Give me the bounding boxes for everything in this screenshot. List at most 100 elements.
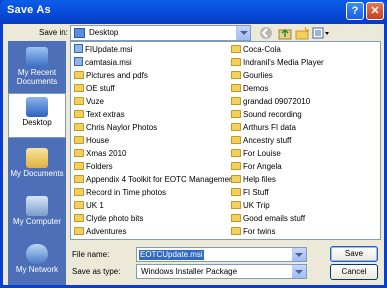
place-desktop[interactable]: Desktop (8, 93, 66, 138)
folder-icon (231, 149, 241, 157)
folder-item[interactable]: Indranil's Media Player (231, 57, 324, 68)
item-label: OE stuff (86, 84, 115, 93)
new-folder-icon[interactable] (295, 26, 309, 40)
folder-icon (74, 175, 84, 183)
folder-item[interactable]: For Angela (231, 161, 282, 172)
folder-item[interactable]: Demos (231, 83, 268, 94)
close-button[interactable]: ✕ (366, 2, 384, 20)
chevron-down-icon[interactable] (292, 248, 306, 261)
save-as-type-value: Windows Installer Package (141, 267, 238, 276)
installer-file-icon (74, 57, 83, 66)
folder-icon (231, 227, 241, 235)
item-label: Arthurs FI data (243, 123, 296, 132)
folder-item[interactable]: Pictures and pdfs (74, 70, 148, 81)
my-documents-icon (26, 148, 48, 168)
folder-item[interactable]: Gourlies (231, 70, 273, 81)
folder-icon (231, 201, 241, 209)
folder-icon (231, 97, 241, 105)
folder-icon (74, 136, 84, 144)
folder-item[interactable]: Text extras (74, 109, 125, 120)
dialog-body: Save in: Desktop My Recent Documents Des… (3, 24, 384, 285)
views-menu-icon[interactable] (312, 26, 330, 40)
up-folder-icon[interactable] (278, 26, 292, 40)
folder-icon (231, 110, 241, 118)
cancel-button[interactable]: Cancel (330, 264, 378, 280)
folder-item[interactable]: UK 1 (74, 200, 104, 211)
folder-item[interactable]: House (74, 135, 109, 146)
save-in-label: Save in: (39, 28, 68, 37)
save-in-value: Desktop (89, 28, 119, 37)
folder-item[interactable]: UK Trip (231, 200, 270, 211)
folder-item[interactable]: Coca-Cola (231, 44, 281, 55)
save-in-combo[interactable]: Desktop (70, 25, 251, 41)
folder-item[interactable]: Clyde photo bits (74, 213, 143, 224)
item-label: Good emails stuff (243, 214, 306, 223)
folder-icon (74, 149, 84, 157)
place-label: Desktop (22, 118, 52, 127)
item-label: Sound recording (243, 110, 302, 119)
back-icon[interactable] (259, 26, 273, 40)
item-label: Text extras (86, 110, 125, 119)
file-list[interactable]: FIUpdate.msi camtasia.msi Pictures and pdf… (70, 41, 381, 240)
my-network-icon (26, 244, 48, 264)
window-title: Save As (7, 4, 51, 16)
folder-icon (74, 162, 84, 170)
folder-icon (231, 123, 241, 131)
folder-item[interactable]: Arthurs FI data (231, 122, 296, 133)
folder-icon (74, 214, 84, 222)
place-my-computer[interactable]: My Computer (8, 193, 66, 233)
recent-documents-icon (26, 47, 48, 67)
place-my-recent-documents[interactable]: My Recent Documents (8, 44, 66, 88)
item-label: Chris Naylor Photos (86, 123, 158, 132)
folder-icon (231, 162, 241, 170)
folder-icon (231, 188, 241, 196)
help-button[interactable]: ? (346, 2, 364, 20)
file-item[interactable]: FIUpdate.msi (74, 44, 133, 55)
item-label: camtasia.msi (85, 58, 132, 67)
item-label: Pictures and pdfs (86, 71, 148, 80)
folder-item[interactable]: Sound recording (231, 109, 302, 120)
folder-item[interactable]: For Louise (231, 148, 281, 159)
item-label: For Angela (243, 162, 282, 171)
place-my-documents[interactable]: My Documents (8, 145, 66, 185)
save-button[interactable]: Save (330, 246, 378, 262)
folder-item[interactable]: Folders (74, 161, 113, 172)
title-bar[interactable]: Save As ? ✕ (0, 0, 387, 24)
folder-icon (231, 214, 241, 222)
folder-item[interactable]: Chris Naylor Photos (74, 122, 157, 133)
folder-item[interactable]: Good emails stuff (231, 213, 305, 224)
file-item[interactable]: camtasia.msi (74, 57, 132, 68)
item-label: UK 1 (86, 201, 104, 210)
desktop-icon (26, 97, 48, 117)
folder-item[interactable]: Vuze (74, 96, 104, 107)
folder-item[interactable]: Record in Time photos (74, 187, 166, 198)
folder-item[interactable]: Ancestry stuff (231, 135, 291, 146)
save-as-type-select[interactable]: Windows Installer Package (136, 264, 307, 279)
folder-icon (74, 97, 84, 105)
folder-item[interactable]: Appendix 4 Toolkit for EOTC Management (74, 174, 236, 185)
folder-item[interactable]: OE stuff (74, 83, 115, 94)
place-my-network[interactable]: My Network (8, 241, 66, 283)
place-label: My Recent Documents (16, 68, 58, 86)
chevron-down-icon[interactable] (292, 265, 306, 278)
file-name-input[interactable]: EOTCUpdate.msi (136, 247, 307, 262)
place-label: My Documents (10, 169, 64, 178)
folder-item[interactable]: FI Stuff (231, 187, 269, 198)
folder-item[interactable]: Help files (231, 174, 276, 185)
folder-icon (74, 110, 84, 118)
folder-item[interactable]: Xmas 2010 (74, 148, 126, 159)
folder-item[interactable]: Adventures (74, 226, 126, 237)
item-label: For twins (243, 227, 276, 236)
item-label: FI Stuff (243, 188, 269, 197)
folder-item[interactable]: For twins (231, 226, 275, 237)
desktop-icon (74, 28, 85, 38)
folder-item[interactable]: grandad 09072010 (231, 96, 310, 107)
item-label: Adventures (86, 227, 127, 236)
item-label: House (86, 136, 110, 145)
chevron-down-icon[interactable] (236, 26, 250, 40)
item-label: Clyde photo bits (86, 214, 144, 223)
save-as-type-label: Save as type: (72, 267, 121, 276)
file-name-value: EOTCUpdate.msi (139, 250, 204, 260)
item-label: Indranil's Media Player (243, 58, 324, 67)
folder-icon (231, 71, 241, 79)
